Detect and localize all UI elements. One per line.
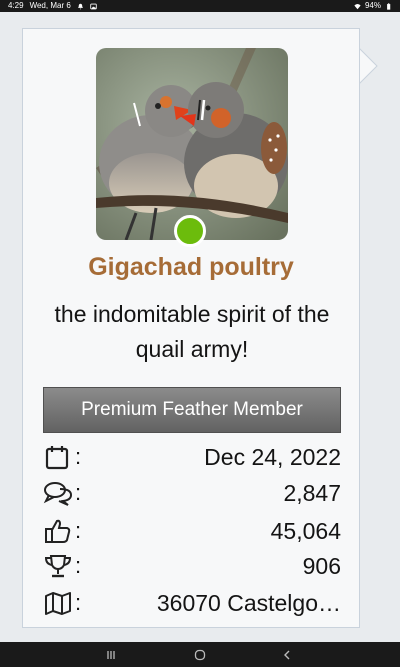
- avatar-finches-image: [96, 48, 288, 240]
- rank-badge: Premium Feather Member: [43, 387, 341, 433]
- stat-reactions-value: 45,064: [270, 518, 341, 544]
- battery-percent: 94%: [364, 1, 381, 10]
- back-icon[interactable]: [280, 648, 294, 662]
- system-navigation-bar: [0, 642, 400, 667]
- stat-row-messages: : 2,847: [23, 477, 361, 509]
- online-status-indicator: [174, 215, 206, 247]
- status-date: Wed, Mar 6: [29, 1, 71, 10]
- stat-colon: :: [75, 590, 82, 615]
- username[interactable]: Gigachad poultry: [23, 253, 359, 282]
- stat-colon: :: [75, 444, 82, 469]
- stat-joined-value: Dec 24, 2022: [204, 444, 341, 470]
- thumbs-up-icon: [45, 519, 71, 543]
- stat-colon: :: [75, 553, 82, 578]
- avatar[interactable]: [96, 48, 288, 240]
- stat-colon: :: [75, 518, 82, 543]
- stat-row-trophies: : 906: [23, 550, 361, 582]
- map-icon: [45, 592, 71, 615]
- notification-bell-icon: [77, 3, 83, 10]
- wifi-icon: [354, 3, 361, 9]
- gallery-notification-icon: [90, 3, 97, 9]
- stat-location-value[interactable]: 36070 Castelgo…: [157, 587, 341, 619]
- trophy-icon: [44, 555, 72, 578]
- member-card: Gigachad poultry the indomitable spirit …: [22, 28, 360, 628]
- stat-trophies-value: 906: [302, 553, 341, 579]
- home-icon[interactable]: [193, 648, 207, 662]
- messages-icon: [43, 482, 73, 506]
- recent-apps-icon[interactable]: [104, 648, 118, 662]
- stat-row-joined: : Dec 24, 2022: [23, 441, 361, 473]
- stat-row-location: : 36070 Castelgo…: [23, 587, 361, 619]
- battery-icon: [387, 2, 391, 10]
- user-tagline: the indomitable spirit of the quail army…: [54, 301, 330, 362]
- card-pointer-arrow: [359, 48, 378, 84]
- content-area: Gigachad poultry the indomitable spirit …: [0, 12, 400, 642]
- status-time: 4:29: [8, 1, 24, 10]
- stat-colon: :: [75, 480, 82, 505]
- calendar-icon: [45, 446, 69, 470]
- stat-messages-value: 2,847: [283, 480, 341, 506]
- status-bar: 4:29 Wed, Mar 6 94%: [0, 0, 400, 12]
- stat-row-reactions: : 45,064: [23, 515, 361, 547]
